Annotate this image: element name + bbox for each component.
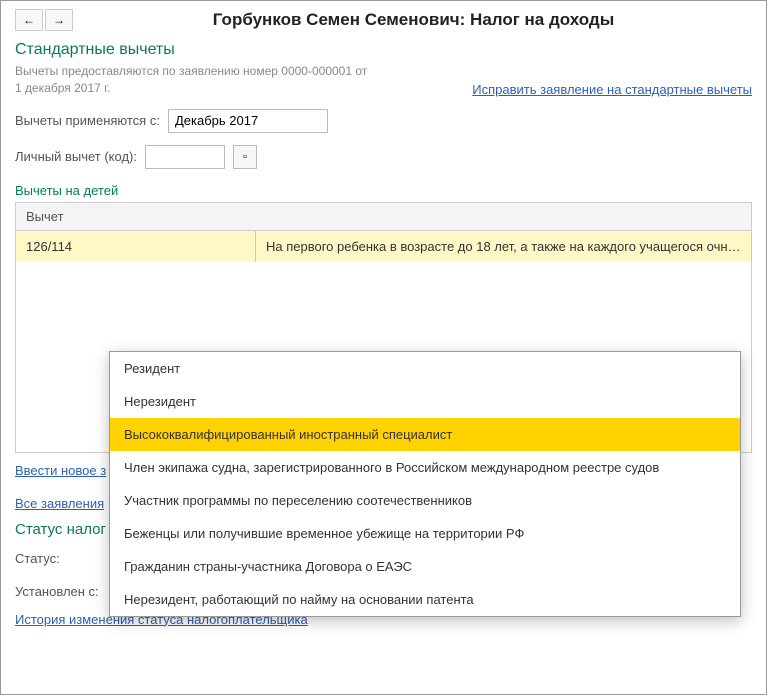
dropdown-item-refugee[interactable]: Беженцы или получившие временное убежище…	[110, 517, 740, 550]
back-button[interactable]: ←	[15, 9, 43, 31]
set-from-label: Установлен с:	[15, 584, 103, 599]
status-label: Статус:	[15, 551, 103, 566]
table-header-deduction: Вычет	[16, 203, 751, 231]
deductions-info: Вычеты предоставляются по заявлению номе…	[15, 63, 375, 97]
deductions-section-title: Стандартные вычеты	[15, 41, 752, 59]
dropdown-item-nonresident[interactable]: Нерезидент	[110, 385, 740, 418]
table-row[interactable]: 126/114 На первого ребенка в возрасте до…	[16, 231, 751, 262]
personal-deduction-input[interactable]	[145, 145, 225, 169]
personal-deduction-select-icon[interactable]: ▫	[233, 145, 257, 169]
dropdown-item-resident[interactable]: Резидент	[110, 352, 740, 385]
dropdown-item-eaeu[interactable]: Гражданин страны-участника Договора о ЕА…	[110, 550, 740, 583]
dropdown-item-compatriot[interactable]: Участник программы по переселению соотеч…	[110, 484, 740, 517]
apply-from-label: Вычеты применяются с:	[15, 113, 160, 128]
dropdown-item-hqs[interactable]: Высококвалифицированный иностранный спец…	[110, 418, 740, 451]
apply-from-input[interactable]	[168, 109, 328, 133]
page-title: Горбунков Семен Семенович: Налог на дохо…	[75, 10, 752, 30]
forward-button[interactable]: →	[45, 9, 73, 31]
dropdown-item-patent[interactable]: Нерезидент, работающий по найму на основ…	[110, 583, 740, 616]
personal-deduction-label: Личный вычет (код):	[15, 149, 137, 164]
dropdown-item-ship-crew[interactable]: Член экипажа судна, зарегистрированного …	[110, 451, 740, 484]
deduction-code-cell: 126/114	[16, 231, 256, 262]
deduction-desc-cell: На первого ребенка в возрасте до 18 лет,…	[256, 231, 751, 262]
all-applications-link[interactable]: Все заявления	[15, 496, 104, 511]
status-dropdown-list[interactable]: Резидент Нерезидент Высококвалифицирован…	[109, 351, 741, 617]
new-application-link[interactable]: Ввести новое з	[15, 463, 106, 478]
children-deductions-label: Вычеты на детей	[15, 183, 752, 198]
correct-application-link[interactable]: Исправить заявление на стандартные вычет…	[472, 82, 752, 97]
